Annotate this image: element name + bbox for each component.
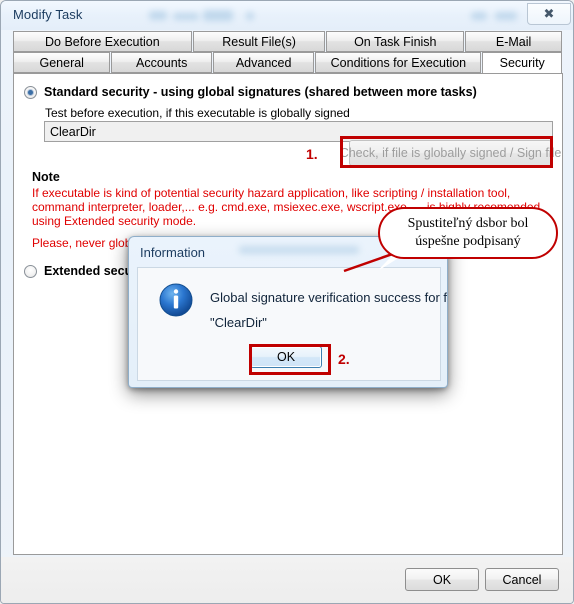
tab-do-before-execution[interactable]: Do Before Execution [13, 31, 192, 52]
redacted-title-text [495, 12, 517, 20]
redacted-title-text [149, 11, 167, 20]
tab-row-2: General Accounts Advanced Conditions for… [13, 52, 563, 74]
redacted-title-text [246, 12, 254, 20]
tab-security[interactable]: Security [482, 52, 562, 74]
tab-general[interactable]: General [13, 52, 111, 73]
annotation-step-2: 2. [338, 351, 350, 367]
screenshot-root: Modify Task ✖ Do Before Execution Result… [0, 0, 574, 604]
footer-button-bar: OK Cancel [1, 557, 573, 603]
radio-standard-security[interactable] [24, 85, 37, 99]
dialog-ok-button[interactable]: OK [250, 346, 322, 368]
dialog-message-line-2: "ClearDir" [210, 315, 267, 330]
close-button[interactable]: ✖ [527, 3, 571, 25]
standard-security-radio-row[interactable]: Standard security - using global signatu… [24, 85, 477, 99]
callout-line-2: úspešne podpisaný [415, 234, 521, 249]
test-before-execution-label: Test before execution, if this executabl… [45, 106, 350, 120]
dialog-body: Global signature verification success fo… [137, 267, 447, 381]
redacted-title-text [173, 13, 199, 20]
tab-accounts[interactable]: Accounts [111, 52, 212, 73]
tab-row-1: Do Before Execution Result File(s) On Ta… [13, 31, 563, 52]
callout-bubble: Spustiteľný dsbor bol úspešne podpisaný [378, 207, 558, 259]
window-title: Modify Task [13, 7, 83, 22]
extended-security-radio-row[interactable]: Extended securi [24, 264, 141, 278]
dialog-message-line-1: Global signature verification success fo… [210, 290, 448, 305]
tab-result-files[interactable]: Result File(s) [192, 31, 326, 52]
executable-textbox[interactable]: ClearDir [44, 121, 553, 142]
annotation-step-1: 1. [306, 146, 318, 162]
note-heading: Note [32, 170, 60, 184]
close-icon: ✖ [543, 6, 555, 22]
tab-on-task-finish[interactable]: On Task Finish [326, 31, 465, 52]
cancel-button[interactable]: Cancel [485, 568, 559, 591]
tab-conditions-for-execution[interactable]: Conditions for Execution [315, 52, 482, 73]
redacted-title-text [203, 10, 233, 21]
extended-security-label: Extended securi [44, 264, 141, 278]
redacted-title-text [471, 12, 487, 20]
tab-advanced[interactable]: Advanced [212, 52, 315, 73]
info-icon [159, 283, 193, 317]
ok-button[interactable]: OK [405, 568, 479, 591]
dialog-title: Information [140, 245, 206, 260]
note-body-text-2: Please, never globa [32, 236, 139, 250]
standard-security-label: Standard security - using global signatu… [44, 85, 477, 99]
radio-extended-security[interactable] [24, 264, 37, 278]
check-sign-file-button[interactable]: Check, if file is globally signed / Sign… [340, 140, 561, 166]
redacted-dialog-text [239, 246, 359, 254]
tab-email[interactable]: E-Mail [465, 31, 562, 52]
tab-strip: Do Before Execution Result File(s) On Ta… [13, 31, 563, 74]
callout-line-1: Spustiteľný dsbor bol [407, 216, 529, 231]
window-titlebar: Modify Task ✖ [1, 1, 573, 30]
